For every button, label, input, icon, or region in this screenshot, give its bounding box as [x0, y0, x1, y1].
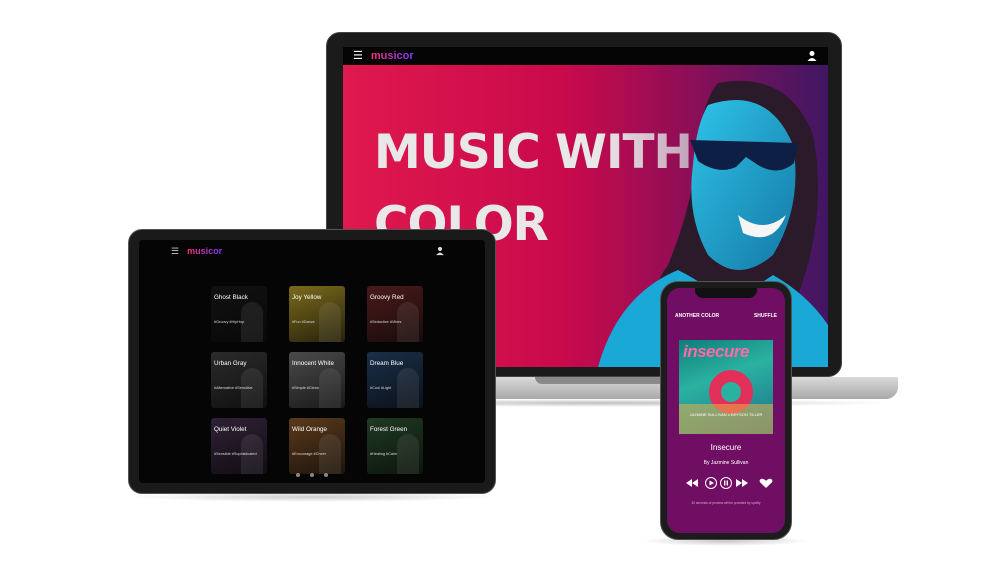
heart-icon[interactable] — [759, 478, 773, 488]
phone-device: ANOTHER COLOR SHUFFLE insecure JAZMINE S… — [660, 281, 792, 540]
card-figure-image — [241, 302, 263, 342]
card-figure-image — [397, 368, 419, 408]
laptop-navbar: ☰ musicor — [343, 47, 828, 65]
another-color-button[interactable]: ANOTHER COLOR — [675, 313, 719, 319]
pagination-dot[interactable] — [310, 473, 314, 477]
playlist-card[interactable]: Dream Blue #Cool #Light — [367, 352, 423, 408]
color-playlist-grid: Ghost Black #Groovy #HipHop Joy Yellow #… — [211, 286, 423, 474]
player-controls — [686, 477, 773, 489]
playlist-card[interactable]: Forest Green #Healing #Calm — [367, 418, 423, 474]
playlist-card[interactable]: Quiet Violet #Sensible #Sophisticated — [211, 418, 267, 474]
card-tags: #Alternative #Sensitive — [214, 386, 253, 390]
playlist-card[interactable]: Joy Yellow #Fun #Dance — [289, 286, 345, 342]
playlist-card[interactable]: Innocent White #Simple #Clean — [289, 352, 345, 408]
playlist-card[interactable]: Wild Orange #Encourage #Cheer — [289, 418, 345, 474]
pause-icon[interactable] — [720, 477, 732, 489]
card-name: Wild Orange — [292, 426, 327, 433]
brand-logo[interactable]: musicor — [371, 50, 414, 62]
card-tags: #Cool #Light — [370, 386, 392, 390]
hamburger-menu-icon[interactable]: ☰ — [171, 246, 179, 257]
laptop-hinge-notch — [535, 377, 665, 384]
card-name: Innocent White — [292, 360, 335, 367]
song-artist: By Jazmine Sullivan — [703, 460, 749, 466]
card-name: Ghost Black — [214, 294, 248, 301]
preview-note: 30 seconds of preview will be provided b… — [691, 501, 761, 505]
card-name: Dream Blue — [370, 360, 404, 367]
phone-notch — [695, 288, 757, 298]
card-name: Forest Green — [370, 426, 408, 433]
card-figure-image — [397, 434, 419, 474]
tablet-device: ☰ musicor Ghost Black #Groovy #HipHop Jo… — [128, 229, 496, 494]
card-name: Urban Gray — [214, 360, 247, 367]
album-cover-subtitle: JAZMINE SULLIVAN x BRYSON TILLER — [689, 412, 763, 417]
play-icon[interactable] — [705, 477, 717, 489]
card-tags: #Groovy #HipHop — [214, 320, 245, 324]
playlist-card[interactable]: Urban Gray #Alternative #Sensitive — [211, 352, 267, 408]
phone-shadow — [640, 536, 810, 546]
card-name: Quiet Violet — [214, 426, 247, 433]
card-tags: #Simple #Clean — [292, 386, 319, 390]
pagination-dot[interactable] — [324, 473, 328, 477]
card-tags: #Encourage #Cheer — [292, 452, 326, 456]
card-tags: #Seductive #Vibes — [370, 320, 402, 324]
playlist-card[interactable]: Ghost Black #Groovy #HipHop — [211, 286, 267, 342]
brand-logo[interactable]: musicor — [187, 246, 222, 256]
card-tags: #Sensible #Sophisticated — [214, 452, 257, 456]
card-name: Joy Yellow — [292, 294, 322, 301]
rewind-icon[interactable] — [686, 479, 698, 487]
shuffle-button[interactable]: SHUFFLE — [754, 313, 777, 319]
card-name: Groovy Red — [370, 294, 404, 301]
tablet-navbar: ☰ musicor — [139, 240, 485, 262]
card-tags: #Fun #Dance — [292, 320, 315, 324]
user-icon[interactable] — [435, 246, 445, 256]
phone-top-actions: ANOTHER COLOR SHUFFLE — [667, 313, 785, 319]
tablet-shadow — [128, 492, 496, 502]
hamburger-menu-icon[interactable]: ☰ — [353, 50, 363, 62]
phone-screen: ANOTHER COLOR SHUFFLE insecure JAZMINE S… — [667, 288, 785, 533]
pagination-dots — [139, 473, 485, 477]
song-title: Insecure — [710, 443, 742, 452]
card-figure-image — [319, 302, 341, 342]
user-icon[interactable] — [806, 50, 818, 62]
playlist-card[interactable]: Groovy Red #Seductive #Vibes — [367, 286, 423, 342]
album-cover-title: insecure — [683, 342, 749, 361]
fast-forward-icon[interactable] — [736, 479, 748, 487]
card-tags: #Healing #Calm — [370, 452, 398, 456]
card-figure-image — [319, 368, 341, 408]
pagination-dot[interactable] — [296, 473, 300, 477]
tablet-screen: ☰ musicor Ghost Black #Groovy #HipHop Jo… — [139, 240, 485, 483]
album-cover: insecure JAZMINE SULLIVAN x BRYSON TILLE… — [679, 340, 773, 434]
